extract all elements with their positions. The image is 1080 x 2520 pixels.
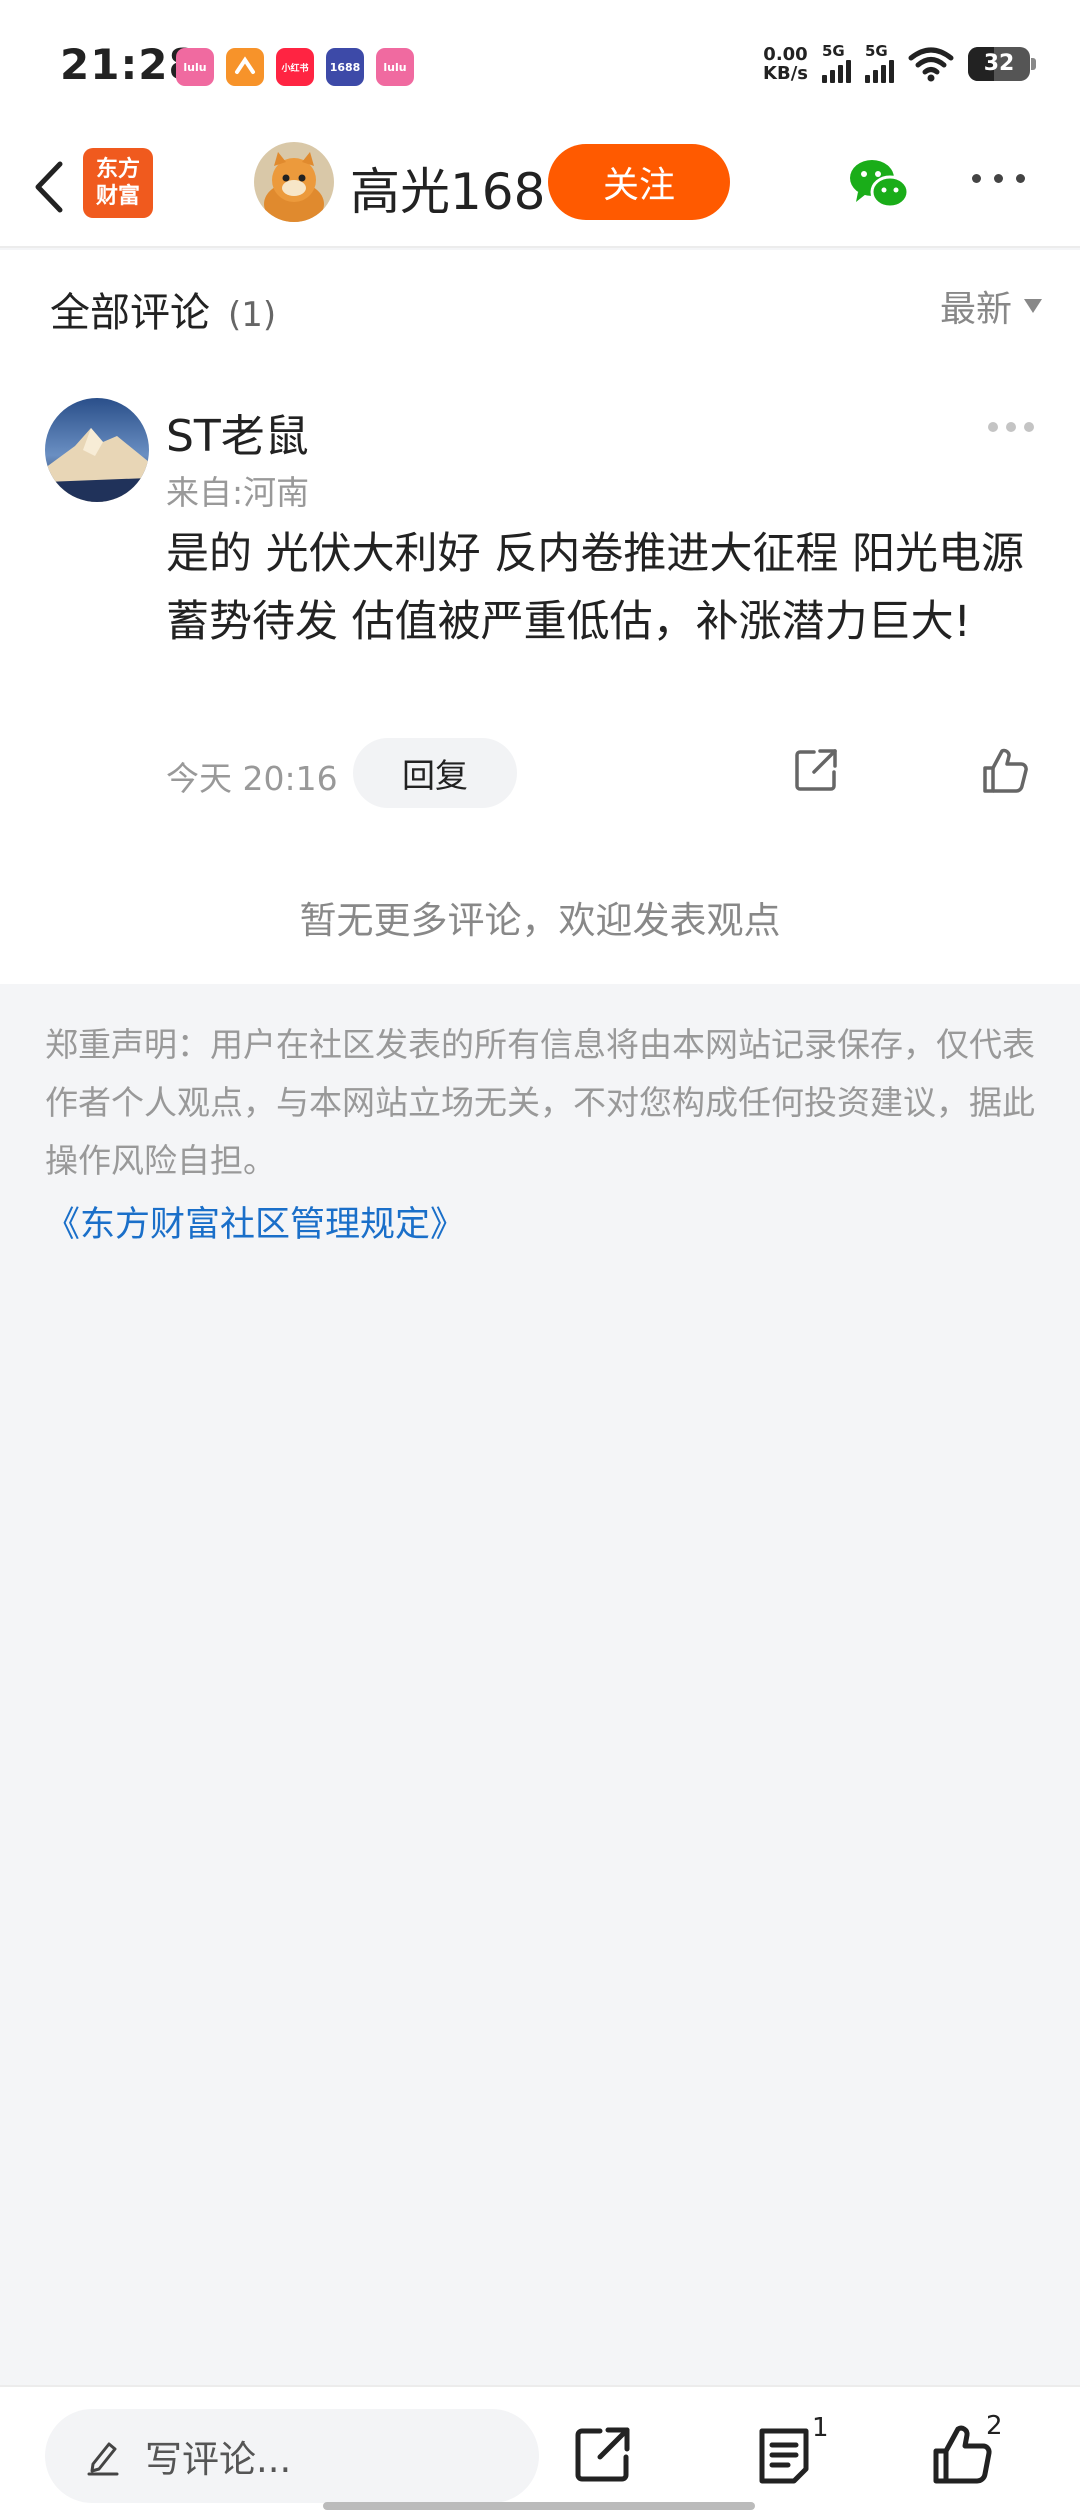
comments-count: (1) — [228, 295, 277, 335]
signal-1-label: 5G — [822, 42, 845, 60]
signal-2: 5G — [865, 44, 894, 83]
brand-logo[interactable]: 东方 财富 — [83, 148, 153, 218]
top-nav-bar: 东方 财富 高光168 关注 — [0, 130, 1080, 248]
disclaimer-text: 郑重声明：用户在社区发表的所有信息将由本网站记录保存，仅代表作者个人观点，与本网… — [45, 1025, 1035, 1180]
orange-app-icon — [226, 48, 264, 86]
battery-level: 32 — [983, 51, 1015, 76]
no-more-comments: 暂无更多评论，欢迎发表观点 — [299, 899, 781, 942]
comments-header: 全部评论 (1) — [50, 280, 276, 338]
comment-placeholder: 写评论... — [145, 2438, 292, 2481]
sort-dropdown[interactable]: 最新 — [940, 280, 1042, 332]
sort-label: 最新 — [939, 289, 1012, 330]
brand-line-2: 财富 — [95, 184, 140, 209]
pencil-icon — [87, 2442, 119, 2476]
net-speed-value: 0.00 — [763, 43, 808, 65]
signal-bars-icon — [822, 59, 851, 83]
comment-text: 是的 光伏大利好 反内卷推进大征程 阳光电源蓄势待发 估值被严重低估，补涨潜力巨… — [166, 529, 1025, 647]
home-indicator[interactable] — [323, 2502, 755, 2510]
lulu-icon: lulu — [176, 48, 214, 86]
lulu-icon-2: lulu — [376, 48, 414, 86]
write-comment-input[interactable]: 写评论... — [45, 2409, 539, 2503]
signal-1: 5G — [822, 44, 851, 83]
more-options-icon[interactable] — [972, 174, 1025, 183]
xiaohongshu-icon: 小红书 — [276, 48, 314, 86]
net-speed-unit: KB/s — [763, 62, 808, 84]
community-rules-link[interactable]: 《东方财富社区管理规定》 — [45, 1196, 465, 1247]
thumbs-up-icon[interactable] — [930, 2423, 994, 2487]
reply-button[interactable]: 回复 — [353, 738, 517, 808]
comments-title: 全部评论 — [50, 290, 210, 336]
share-icon[interactable] — [570, 2423, 634, 2487]
author-username[interactable]: 高光168 — [350, 152, 545, 224]
comment-more-icon[interactable] — [988, 422, 1034, 432]
author-avatar[interactable] — [254, 142, 334, 222]
signal-bars-icon — [865, 59, 894, 83]
thumbs-up-icon[interactable] — [980, 746, 1030, 796]
commenter-location: 来自:河南 — [166, 473, 310, 512]
caret-down-icon — [1024, 299, 1042, 313]
comment-time: 今天 20:16 — [166, 759, 338, 798]
brand-line-1: 东方 — [95, 157, 140, 182]
comments-list-icon[interactable] — [752, 2423, 816, 2487]
commenter-avatar[interactable] — [45, 398, 149, 502]
comments-panel: 全部评论 (1) 最新 ST老鼠 来自:河南 是的 光伏大利好 反内卷推进大征程 … — [0, 250, 1080, 984]
back-arrow-icon[interactable] — [22, 152, 82, 222]
share-icon[interactable] — [792, 746, 840, 794]
follow-button[interactable]: 关注 — [548, 144, 730, 220]
wifi-icon — [908, 47, 954, 81]
1688-icon: 1688 — [326, 48, 364, 86]
wechat-share-icon[interactable] — [846, 152, 912, 218]
comments-count-badge: 1 — [812, 2413, 829, 2443]
net-speed: 0.00 KB/s — [763, 45, 808, 83]
likes-count-badge: 2 — [986, 2411, 1003, 2441]
signal-2-label: 5G — [865, 42, 888, 60]
notification-icons: lulu 小红书 1688 lulu — [176, 48, 414, 86]
status-bar: 21:28 lulu 小红书 1688 lulu 0.00 KB/s 5G 5G… — [0, 0, 1080, 130]
battery-icon: 32 — [968, 46, 1036, 81]
bottom-action-bar: 写评论... 1 2 — [0, 2385, 1080, 2520]
commenter-username[interactable]: ST老鼠 — [166, 400, 309, 464]
